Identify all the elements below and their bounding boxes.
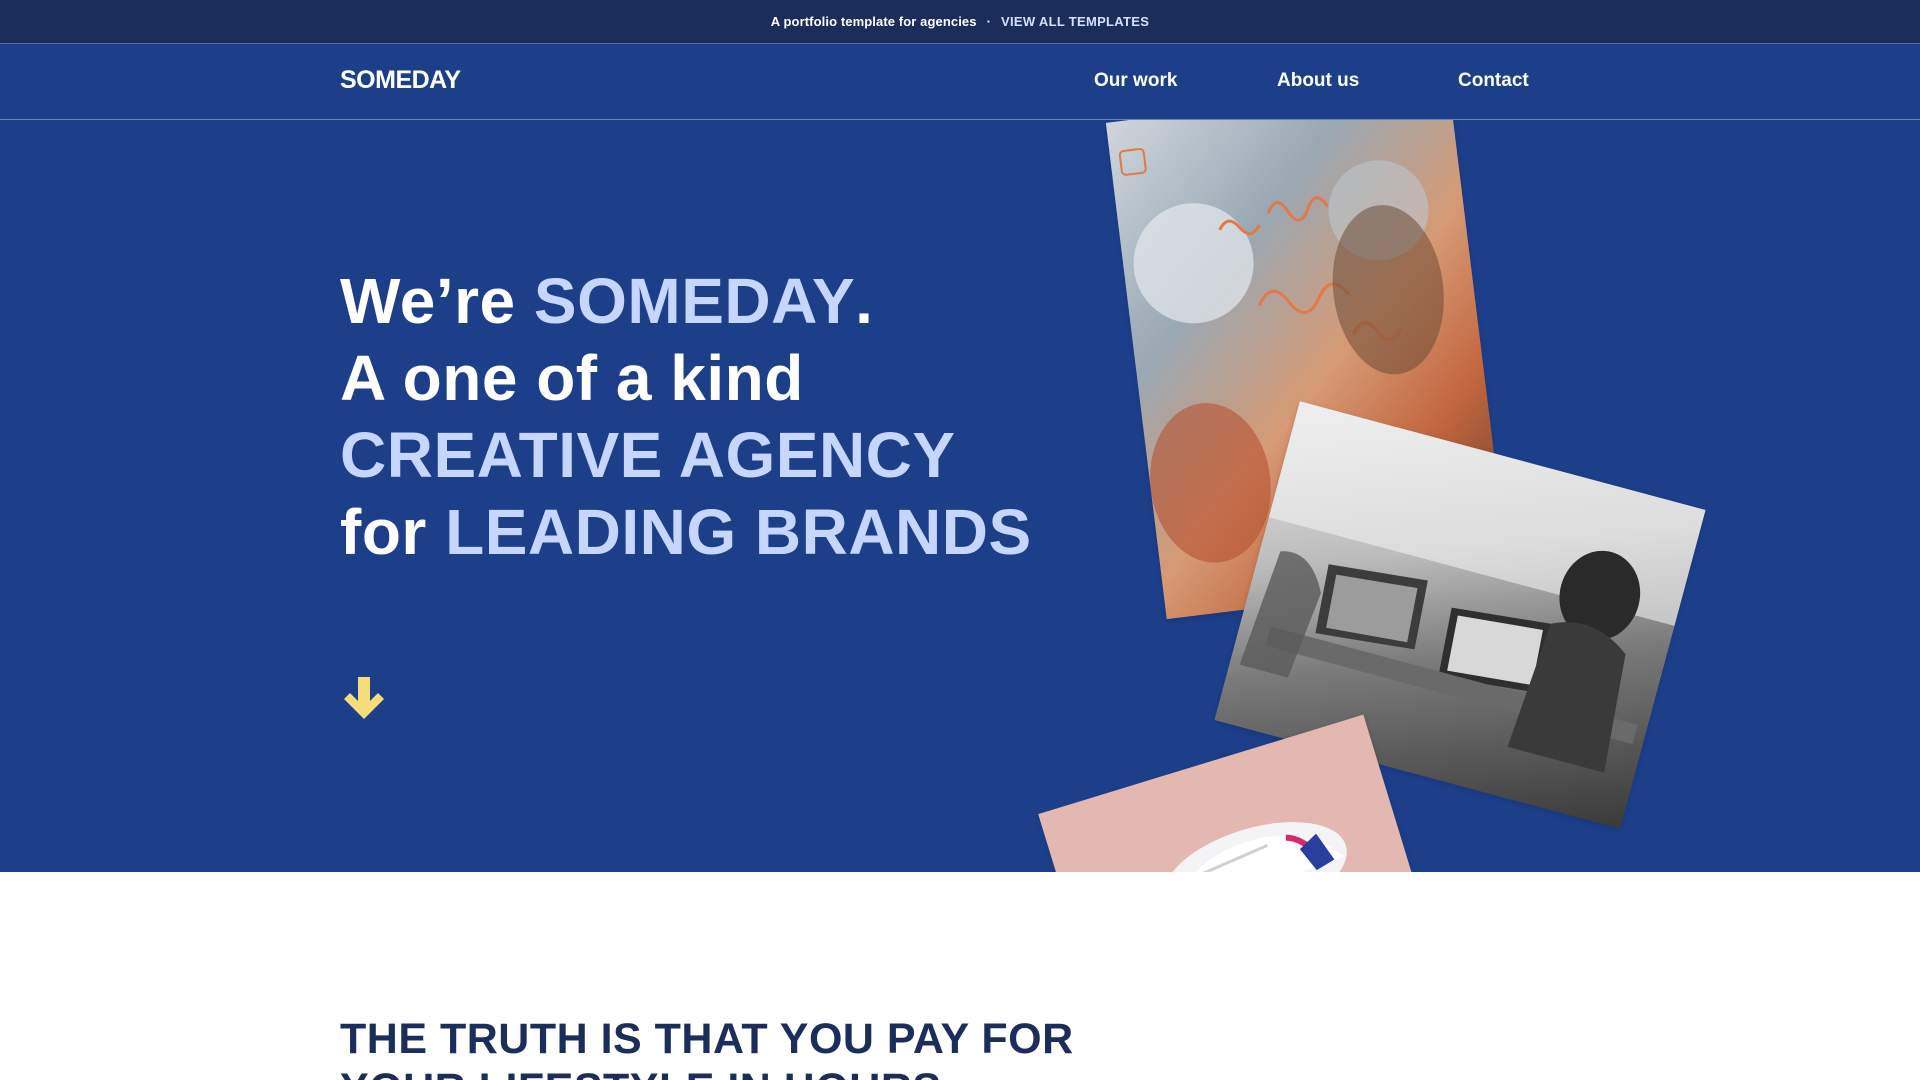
announcement-bar: A portfolio template for agencies · VIEW… bbox=[0, 0, 1920, 43]
hero-headline: We’re SOMEDAY. A one of a kind CREATIVE … bbox=[340, 263, 1032, 571]
view-all-templates-link[interactable]: VIEW ALL TEMPLATES bbox=[1001, 14, 1149, 29]
headline-were: We’re bbox=[340, 265, 534, 337]
announcement-text: A portfolio template for agencies bbox=[770, 14, 977, 29]
headline-brand: SOMEDAY bbox=[533, 265, 856, 337]
intro-section: THE TRUTH IS THAT YOU PAY FOR YOUR LIFES… bbox=[0, 872, 1920, 1080]
hero-section: We’re SOMEDAY. A one of a kind CREATIVE … bbox=[0, 120, 1920, 872]
site-logo[interactable]: SOMEDAY bbox=[340, 66, 461, 95]
main-navbar: SOMEDAY Our work About us Contact bbox=[0, 43, 1920, 120]
announcement-separator: · bbox=[986, 14, 992, 29]
arrow-down-icon[interactable] bbox=[340, 675, 388, 723]
headline-creative-agency: CREATIVE AGENCY bbox=[340, 419, 956, 491]
nav-link-our-work[interactable]: Our work bbox=[1094, 70, 1177, 92]
nav-link-contact[interactable]: Contact bbox=[1458, 70, 1529, 92]
headline-leading-brands: LEADING BRANDS bbox=[445, 496, 1032, 568]
nav-link-about-us[interactable]: About us bbox=[1277, 70, 1359, 92]
headline-for: for bbox=[340, 496, 446, 568]
sneaker-photo bbox=[1038, 714, 1422, 872]
truth-heading: THE TRUTH IS THAT YOU PAY FOR YOUR LIFES… bbox=[340, 1015, 1074, 1080]
headline-line2: A one of a kind bbox=[340, 342, 804, 414]
headline-period: . bbox=[855, 265, 874, 337]
